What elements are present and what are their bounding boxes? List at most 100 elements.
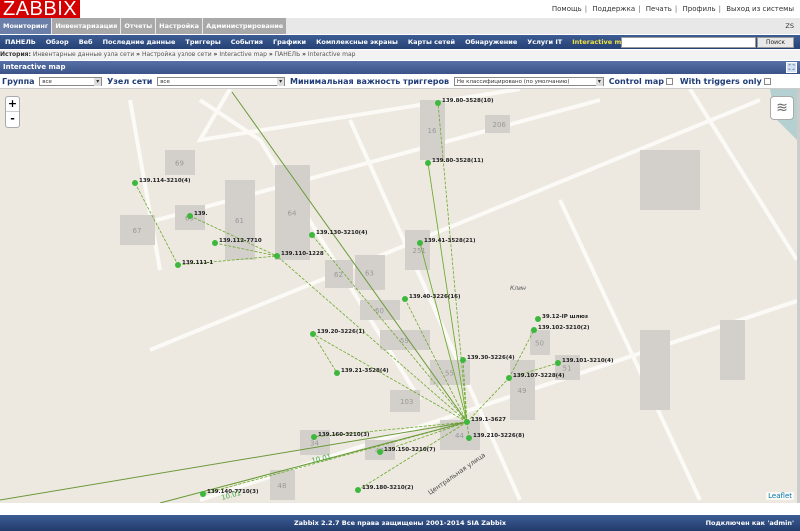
host-marker-icon[interactable]	[187, 213, 193, 219]
group-select[interactable]: все	[39, 77, 103, 86]
host-label[interactable]: 39.12-IP шлюз	[542, 314, 588, 320]
building-number: 60	[375, 307, 384, 315]
host-marker-icon[interactable]	[175, 262, 181, 268]
host-node[interactable]: 139.180-3210(2)	[355, 485, 414, 493]
building	[640, 150, 700, 210]
submenu-item[interactable]: Последние данные	[98, 35, 181, 49]
menu-monitoring[interactable]: Мониторинг	[0, 18, 52, 34]
network-link[interactable]	[312, 333, 338, 374]
history-link[interactable]: Настройка узлов сети	[142, 51, 212, 58]
search-input[interactable]	[621, 37, 756, 48]
menu-administration[interactable]: Администрирование	[203, 18, 287, 34]
help-link[interactable]: Помощь	[552, 5, 582, 13]
host-marker-icon[interactable]	[466, 435, 472, 441]
host-marker-icon[interactable]	[377, 449, 383, 455]
host-label[interactable]: 139.102-3210(2)	[538, 325, 590, 331]
host-marker-icon[interactable]	[531, 327, 537, 333]
submenu-item[interactable]: Графики	[268, 35, 311, 49]
host-marker-icon[interactable]	[535, 316, 541, 322]
menu-inventory[interactable]: Инвентаризация	[52, 18, 121, 34]
menu-reports[interactable]: Отчеты	[121, 18, 156, 34]
host-label[interactable]: 139.21-3528(4)	[341, 368, 389, 374]
submenu-item[interactable]: Карты сетей	[403, 35, 460, 49]
submenu-item[interactable]: Обзор	[41, 35, 74, 49]
host-label[interactable]: 139.111-1	[182, 260, 213, 266]
building-number: 49	[518, 387, 527, 395]
host-label[interactable]: 139.210-3226(8)	[473, 433, 525, 439]
host-marker-icon[interactable]	[417, 240, 423, 246]
host-label[interactable]: 139.107-3228(4)	[513, 373, 565, 379]
host-marker-icon[interactable]	[311, 434, 317, 440]
submenu-item[interactable]: Веб	[74, 35, 98, 49]
building-number: 51	[563, 365, 572, 373]
host-select[interactable]: все	[157, 77, 286, 86]
interactive-map[interactable]: 6967656164636260595510344433448206162514…	[0, 89, 797, 503]
logout-link[interactable]: Выход из системы	[726, 5, 794, 13]
layers-icon[interactable]: ≋	[770, 96, 794, 120]
submenu-item[interactable]: События	[226, 35, 268, 49]
host-node[interactable]: 139.21-3528(4)	[334, 368, 389, 376]
submenu-item[interactable]: Обнаружение	[460, 35, 522, 49]
zabbix-logo[interactable]: ZABBIX	[0, 0, 81, 19]
history-link[interactable]: ПАНЕЛЬ	[275, 51, 301, 58]
host-node[interactable]: 139.80-3528(11)	[425, 158, 484, 166]
host-label[interactable]: 139.130-3210(4)	[316, 230, 368, 236]
search-button[interactable]: Поиск	[757, 37, 794, 48]
zoom-out-button[interactable]: -	[6, 112, 19, 127]
fullscreen-icon[interactable]: ⛶	[786, 62, 797, 73]
host-marker-icon[interactable]	[425, 160, 431, 166]
triggers-only-checkbox[interactable]	[763, 78, 771, 85]
host-label[interactable]: 139.	[194, 211, 208, 217]
host-marker-icon[interactable]	[309, 232, 315, 238]
host-node[interactable]: 39.12-IP шлюз	[535, 314, 588, 322]
support-link[interactable]: Поддержка	[592, 5, 635, 13]
host-label[interactable]: 139.150-3210(7)	[384, 447, 436, 453]
host-label[interactable]: 139.1-3627	[471, 417, 506, 423]
host-label[interactable]: 139.160-3210(3)	[318, 432, 370, 438]
host-marker-icon[interactable]	[310, 331, 316, 337]
host-label[interactable]: 139.110-1228	[281, 251, 324, 257]
submenu-item[interactable]: Триггеры	[180, 35, 225, 49]
host-label[interactable]: 139.114-3210(4)	[139, 178, 191, 184]
submenu-item[interactable]: Комплексные экраны	[311, 35, 403, 49]
host-marker-icon[interactable]	[464, 419, 470, 425]
host-marker-icon[interactable]	[200, 491, 206, 497]
host-marker-icon[interactable]	[435, 100, 441, 106]
host-marker-icon[interactable]	[506, 375, 512, 381]
host-marker-icon[interactable]	[355, 487, 361, 493]
host-marker-icon[interactable]	[274, 253, 280, 259]
history-link[interactable]: Interactive map	[308, 51, 356, 58]
history-link[interactable]: Инвентарные данные узла сети	[33, 51, 134, 58]
submenu-item[interactable]: Услуги IT	[522, 35, 567, 49]
profile-link[interactable]: Профиль	[683, 5, 716, 13]
top-links: Помощь | Поддержка | Печать | Профиль | Выхо…	[551, 5, 794, 13]
host-label[interactable]: 139.180-3210(2)	[362, 485, 414, 491]
host-node[interactable]: 139.111-1	[175, 260, 213, 268]
host-label[interactable]: 139.101-3210(4)	[562, 358, 614, 364]
submenu-item[interactable]: ПАНЕЛЬ	[0, 35, 41, 49]
host-marker-icon[interactable]	[555, 360, 561, 366]
host-label[interactable]: 139.80-3528(10)	[442, 98, 494, 104]
host-node[interactable]: 139.20-3226(1)	[310, 329, 365, 337]
host-node[interactable]: 139.114-3210(4)	[132, 178, 191, 186]
host-label[interactable]: 139.30-3226(4)	[467, 355, 515, 361]
map-canvas[interactable]: 6967656164636260595510344433448206162514…	[0, 89, 797, 503]
leaflet-attribution[interactable]: Leaflet	[766, 492, 794, 500]
host-marker-icon[interactable]	[460, 357, 466, 363]
history-link[interactable]: Interactive map	[219, 51, 267, 58]
zoom-in-button[interactable]: +	[6, 97, 19, 112]
host-label[interactable]: 139.80-3528(11)	[432, 158, 484, 164]
host-marker-icon[interactable]	[402, 296, 408, 302]
menu-configuration[interactable]: Настройка	[156, 18, 203, 34]
host-label[interactable]: 139.20-3226(1)	[317, 329, 365, 335]
control-map-checkbox[interactable]	[666, 78, 674, 85]
host-label[interactable]: 139.41-3528(21)	[424, 238, 476, 244]
group-label: Группа	[2, 77, 35, 86]
host-label[interactable]: 139.40-3226(16)	[409, 294, 461, 300]
host-marker-icon[interactable]	[132, 180, 138, 186]
host-label[interactable]: 139.112-7710	[219, 238, 262, 244]
host-marker-icon[interactable]	[212, 240, 218, 246]
print-link[interactable]: Печать	[646, 5, 672, 13]
severity-select[interactable]: Не классифицировано (по умолчанию)	[453, 77, 604, 86]
host-marker-icon[interactable]	[334, 370, 340, 376]
